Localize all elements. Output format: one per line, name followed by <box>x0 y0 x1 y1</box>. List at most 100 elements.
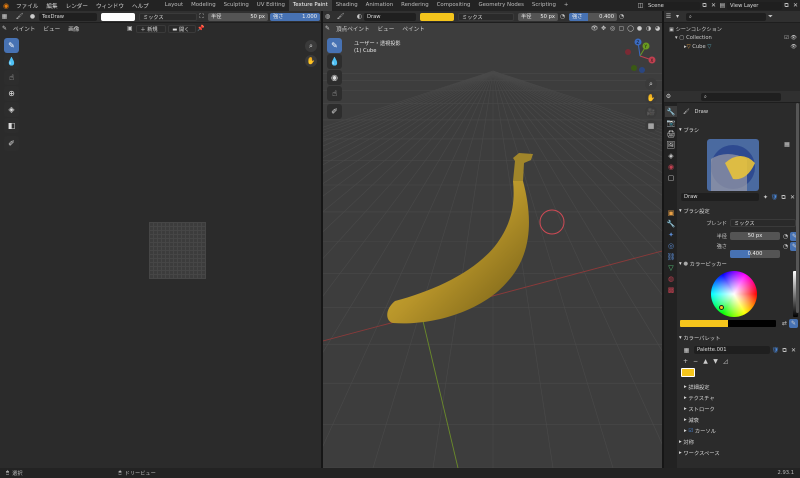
overlay-icon[interactable]: ◎ <box>608 24 617 33</box>
draw-tool-button[interactable]: ✎ <box>4 38 19 53</box>
color-pressure-icon[interactable]: ✎ <box>789 319 798 328</box>
panel-symmetry[interactable]: ▸ 対称 <box>679 437 800 447</box>
new-image-button[interactable]: ＋ 新規 <box>136 24 167 33</box>
blend-dropdown[interactable]: ミックス <box>139 12 197 21</box>
duplicate-brush-icon[interactable]: ⧉ <box>779 193 788 202</box>
shading-solid-icon[interactable]: ● <box>635 24 644 33</box>
scene-field[interactable]: Scene <box>645 1 700 10</box>
palette-remove-icon[interactable]: − <box>691 357 700 366</box>
annotate-tool-button[interactable]: ✐ <box>4 136 19 151</box>
palette-delete-icon[interactable]: ✕ <box>789 346 798 355</box>
palette-sort-icon[interactable]: ◿ <box>721 357 730 366</box>
tab-texture-paint[interactable]: Texture Paint <box>288 0 332 11</box>
shading-material-icon[interactable]: ◑ <box>644 24 653 33</box>
shading-wire-icon[interactable]: ◯ <box>626 24 635 33</box>
swap-colors-icon[interactable]: ⇄ <box>780 319 789 328</box>
brush-preview-menu-icon[interactable]: ▦ <box>781 141 793 153</box>
material-tab-icon[interactable]: ◍ <box>665 273 677 284</box>
viewport-pan-icon[interactable]: ✋ <box>645 92 657 104</box>
palette-name-field[interactable]: Palette.001 <box>694 346 770 354</box>
subpanel-falloff[interactable]: ▸ 減衰 <box>684 415 800 425</box>
viewport-editor-type-icon[interactable]: ◍ <box>323 12 332 21</box>
constraints-tab-icon[interactable]: ⛓ <box>665 251 677 262</box>
viewport-brush-field[interactable]: Draw <box>364 12 416 21</box>
primary-color-bar[interactable] <box>680 320 776 327</box>
menu-image[interactable]: 画像 <box>64 25 83 33</box>
brush-preview-image[interactable] <box>707 139 759 191</box>
tab-shading[interactable]: Shading <box>332 0 362 11</box>
menu-window[interactable]: ウィンドウ <box>92 2 128 10</box>
shield-icon[interactable]: 🛡 <box>770 193 779 202</box>
menu-render[interactable]: レンダー <box>62 2 92 10</box>
banana-body[interactable] <box>387 181 529 324</box>
image-browse-icon[interactable]: ▣ <box>125 24 134 33</box>
properties-blend-dropdown[interactable]: ミックス <box>730 219 796 227</box>
strength-pressure-icon[interactable]: ◔ <box>617 12 626 21</box>
object-tab-icon[interactable]: ▣ <box>665 207 677 218</box>
cube-eye-icon[interactable]: 👁 <box>790 44 797 50</box>
pressure-icon[interactable]: ◔ <box>558 12 567 21</box>
viewport-blur-tool[interactable]: 💧 <box>327 54 342 69</box>
brush-panel-header[interactable]: ▾ ブラシ <box>679 125 800 135</box>
palette-browse-icon[interactable]: ▦ <box>682 346 691 355</box>
viewport-smear-tool[interactable]: ☝ <box>327 86 342 101</box>
viewport-strength-slider[interactable]: 強さ 0.400 <box>569 12 617 21</box>
pan-hand-icon[interactable]: ✋ <box>305 55 317 67</box>
tool-tab-icon[interactable]: 🔧 <box>665 106 677 117</box>
mask-tool-button[interactable]: ◧ <box>4 118 19 133</box>
gizmo-toggle-icon[interactable]: ✥ <box>599 24 608 33</box>
add-workspace-button[interactable]: + <box>560 0 573 11</box>
properties-type-icon[interactable]: ⚙ <box>664 92 673 101</box>
brush-preview-icon[interactable]: ◐ <box>355 12 364 21</box>
banana-stem[interactable] <box>513 153 533 181</box>
outliner-row-cube[interactable]: ▸ ▽ Cube ▽ 👁 <box>684 44 797 50</box>
shading-render-icon[interactable]: ◕ <box>653 24 662 33</box>
data-tab-icon[interactable]: ▽ <box>665 262 677 273</box>
properties-scrollbar[interactable] <box>796 103 799 313</box>
subpanel-texture[interactable]: ▸ テクスチャ <box>684 393 800 403</box>
palette-swatch-yellow[interactable] <box>681 368 695 377</box>
menu-file[interactable]: ファイル <box>12 2 42 10</box>
properties-search-input[interactable]: ⌕ <box>701 92 781 101</box>
color-wheel[interactable] <box>711 271 757 317</box>
palette-duplicate-icon[interactable]: ⧉ <box>780 346 789 355</box>
viewport-brush-icon[interactable]: 🖌 <box>336 12 345 21</box>
clone-tool-button[interactable]: ⊕ <box>4 86 19 101</box>
view-layer-field[interactable]: View Layer <box>727 1 782 10</box>
collection-check-icon[interactable]: ☑ <box>784 35 789 41</box>
radius-unit-icon[interactable]: ◔ <box>781 232 790 241</box>
view-layer-tab-icon[interactable]: 🖼 <box>665 139 677 150</box>
subpanel-advanced[interactable]: ▸ 詳細設定 <box>684 382 800 392</box>
camera-view-icon[interactable]: 🎥 <box>645 106 657 118</box>
tab-modeling[interactable]: Modeling <box>187 0 220 11</box>
color-palette-header[interactable]: ▾ カラーパレット <box>679 333 800 343</box>
properties-radius-slider[interactable]: 50 px <box>730 232 780 240</box>
open-image-button[interactable]: ▬ 開く <box>168 24 197 33</box>
collection-tab-icon[interactable]: ▢ <box>665 172 677 183</box>
tab-scripting[interactable]: Scripting <box>528 0 560 11</box>
view-layer-icon[interactable]: ▤ <box>718 1 727 10</box>
viewport-annotate-tool[interactable]: ✐ <box>327 104 342 119</box>
view-layer-copy-icon[interactable]: ⧉ <box>782 1 791 10</box>
mode-icon[interactable]: ✎ <box>0 24 9 33</box>
menu-view[interactable]: ビュー <box>39 25 64 33</box>
scene-copy-icon[interactable]: ⧉ <box>700 1 709 10</box>
menu-help[interactable]: ヘルプ <box>128 2 153 10</box>
blender-logo-icon[interactable]: ◉ <box>0 0 12 11</box>
tab-uv-editing[interactable]: UV Editing <box>253 0 289 11</box>
filter-icon[interactable]: ⏷ <box>766 12 775 21</box>
menu-viewport-view[interactable]: ビュー <box>374 25 399 33</box>
visibility-icon[interactable]: 👁 <box>590 24 599 33</box>
palette-down-icon[interactable]: ▼ <box>711 357 720 366</box>
smear-tool-button[interactable]: ☝ <box>4 70 19 85</box>
palette-up-icon[interactable]: ▲ <box>701 357 710 366</box>
display-mode-icon[interactable]: ▾ <box>673 12 682 21</box>
cursor-checkbox-icon[interactable]: ☑ <box>688 428 693 434</box>
viewport-zoom-icon[interactable]: ⌕ <box>645 78 657 90</box>
pin-icon[interactable]: 📌 <box>196 24 205 33</box>
brush-settings-header[interactable]: ▾ ブラシ設定 <box>679 206 800 216</box>
zoom-icon[interactable]: ⌕ <box>305 40 317 52</box>
scene-close-icon[interactable]: ✕ <box>709 1 718 10</box>
ortho-toggle-icon[interactable]: ▦ <box>645 120 657 132</box>
menu-edit[interactable]: 編集 <box>42 2 61 10</box>
